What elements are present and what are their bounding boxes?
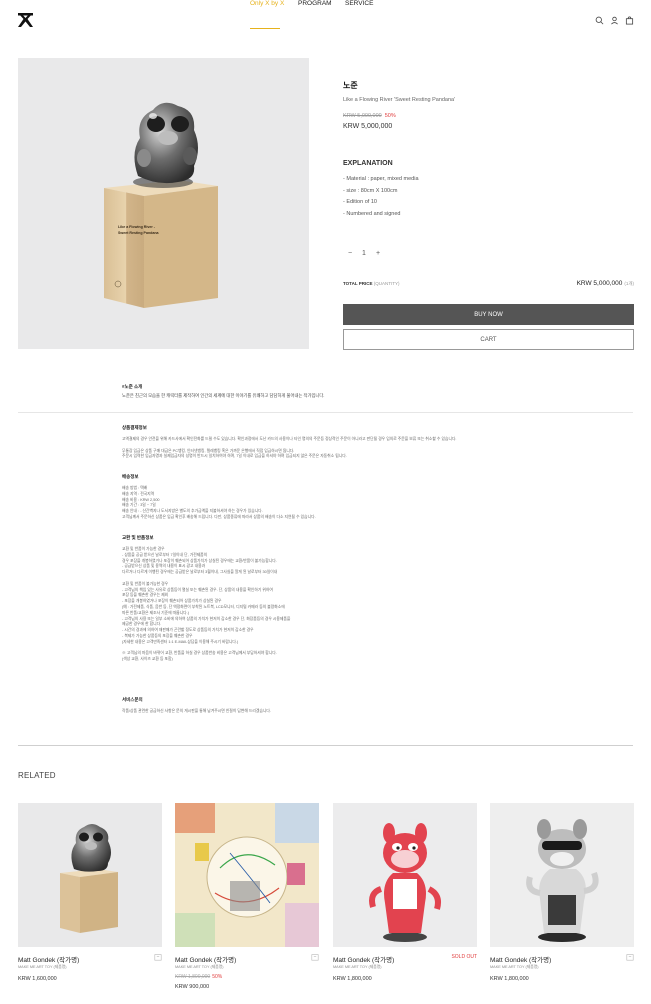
user-icon[interactable] [610, 16, 619, 25]
minus-icon[interactable]: − [343, 250, 357, 257]
nav-item-service[interactable]: SERVICE [345, 0, 373, 7]
shipping-info-title: 배송정보 [122, 474, 139, 479]
info-line: 작품/상품 관련한 궁금하신 사항은 문의 게시판을 통해 남겨주시면 친절히 … [122, 709, 271, 713]
exchange-info-title: 교환 및 반품정보 [122, 535, 154, 540]
related-product-image[interactable] [333, 803, 477, 947]
related-product-price: KRW 1,800,000 [490, 976, 529, 982]
total-price-amount: KRW 5,000,000 [576, 280, 623, 287]
box-text-line-2: Sweet Resting Pandana [118, 231, 160, 235]
related-product-price: KRW 1,800,000 [333, 976, 372, 982]
discount-rate: 50% [384, 113, 396, 119]
total-label-text: TOTAL PRICE [343, 281, 373, 286]
related-product-name[interactable]: Matt Gondek (작가명) [490, 954, 551, 964]
original-price-value: KRW 5,000,000 [343, 113, 382, 119]
related-original-price: KRW 1,800,000 50% [175, 974, 222, 980]
add-to-cart-button[interactable]: CART [343, 329, 634, 350]
site-header: Only X by X PROGRAM SERVICE [0, 0, 651, 40]
cart-icon[interactable] [625, 16, 634, 25]
plus-icon[interactable]: + [371, 250, 385, 257]
exchange-info-section: 교환 및 반품정보 교환 및 반품이 가능한 경우 - 상품을 공급 받으신 날… [122, 535, 542, 663]
header-icons [595, 16, 634, 25]
related-product-card[interactable]: Matt Gondek (작가명) MAKE ME ART TOY (제품명) … [175, 803, 319, 990]
service-inquiry-section: 서비스문의 작품/상품 관련한 궁금하신 사항은 문의 게시판을 통해 남겨주시… [122, 697, 542, 715]
total-price-value: KRW 5,000,000 (1개) [577, 280, 634, 287]
quantity-stepper: − 1 + [343, 250, 385, 257]
section-divider [18, 745, 633, 746]
info-line: 고객님께서 주문하신 상품은 입금 확인후 배송해 드립니다. 다만, 상품종류… [122, 514, 316, 519]
buy-now-button[interactable]: BUY NOW [343, 304, 634, 325]
related-title: RELATED [18, 771, 56, 780]
description-text: 노준은 친근의 모습을 한 캐릭터를 제작하여 인간의 세계에 대한 이야기를 … [122, 393, 325, 398]
nav-item-only-x-by-x[interactable]: Only X by X [250, 0, 284, 7]
related-discount-rate: 50% [212, 974, 223, 980]
brand-logo[interactable] [18, 13, 33, 27]
shipping-info-section: 배송정보 배송 방법 : 택배 배송 지역 : 전국지역 배송 비용 : KRW… [122, 474, 542, 521]
related-product-image[interactable] [490, 803, 634, 947]
payment-info-section: 상품결제정보 고액결제의 경우 안전을 위해 카드사에서 확인전화를 드릴 수도… [122, 425, 542, 460]
section-divider [18, 412, 633, 413]
sold-out-badge: SOLD OUT [451, 954, 477, 960]
related-original-price-value: KRW 1,800,000 [175, 974, 211, 980]
product-subtitle: Like a Flowing River 'Sweet Resting Pand… [343, 97, 456, 103]
related-product-category: MAKE ME ART TOY (제품명) [490, 965, 539, 969]
payment-info-title: 상품결제정보 [122, 425, 147, 430]
total-price-unit: (1개) [624, 281, 634, 286]
explanation-item: - Numbered and signed [343, 210, 401, 217]
related-product-category: MAKE ME ART TOY (제품명) [18, 965, 67, 969]
nav-active-underline [250, 28, 280, 29]
cart-icon[interactable] [311, 953, 319, 961]
related-product-name[interactable]: Matt Gondek (작가명) [18, 954, 79, 964]
quantity-value[interactable]: 1 [357, 250, 371, 257]
total-price-label: TOTAL PRICE (QUANTITY) [343, 281, 400, 286]
related-product-category: MAKE ME ART TOY (제품명) [333, 965, 382, 969]
cart-icon[interactable] [626, 953, 634, 961]
service-inquiry-title: 서비스문의 [122, 697, 143, 702]
info-line: 주문시 입력한 입금자명과 실제입금자의 성명이 반드시 일치하여야 하며, 7… [122, 454, 347, 459]
sculpture-illustration: Like a Flowing River - Sweet Resting Pan… [104, 102, 218, 308]
explanation-item: - Edition of 10 [343, 199, 377, 205]
box-text-line-1: Like a Flowing River - [118, 225, 156, 229]
description-heading: #노준 소개 [122, 384, 143, 389]
related-product-image[interactable] [175, 803, 319, 947]
original-price: KRW 5,000,000 50% [343, 113, 634, 119]
total-quantity-text: (QUANTITY) [373, 281, 400, 286]
explanation-item: - Material : paper, mixed media [343, 176, 419, 182]
search-icon[interactable] [595, 16, 604, 25]
product-info: 노준 Like a Flowing River 'Sweet Resting P… [343, 80, 634, 130]
sale-price: KRW 5,000,000 [343, 123, 393, 130]
info-line: (색상 교환, 사이즈 교환 등 포함) [122, 657, 173, 662]
related-product-price: KRW 900,000 [175, 984, 210, 990]
product-image[interactable]: Like a Flowing River - Sweet Resting Pan… [18, 58, 309, 349]
related-product-category: MAKE ME ART TOY (제품명) [175, 965, 224, 969]
cart-icon[interactable] [154, 953, 162, 961]
related-product-price: KRW 1,600,000 [18, 976, 57, 982]
related-product-card[interactable]: Matt Gondek (작가명) MAKE ME ART TOY (제품명) … [490, 803, 634, 982]
nav-item-program[interactable]: PROGRAM [298, 0, 332, 7]
related-product-name[interactable]: Matt Gondek (작가명) [333, 954, 394, 964]
explanation-title: EXPLANATION [343, 160, 393, 167]
related-product-name[interactable]: Matt Gondek (작가명) [175, 954, 236, 964]
explanation-item: - size : 80cm X 100cm [343, 187, 398, 194]
related-product-card[interactable]: Matt Gondek (작가명) SOLD OUT MAKE ME ART T… [333, 803, 477, 982]
related-product-card[interactable]: Matt Gondek (작가명) MAKE ME ART TOY (제품명) … [18, 803, 162, 982]
product-title: 노준 [343, 81, 358, 90]
related-product-image[interactable] [18, 803, 162, 947]
total-price-row: TOTAL PRICE (QUANTITY) KRW 5,000,000 (1개) [343, 280, 634, 290]
explanation-list: - Material : paper, mixed media - size :… [343, 176, 419, 222]
